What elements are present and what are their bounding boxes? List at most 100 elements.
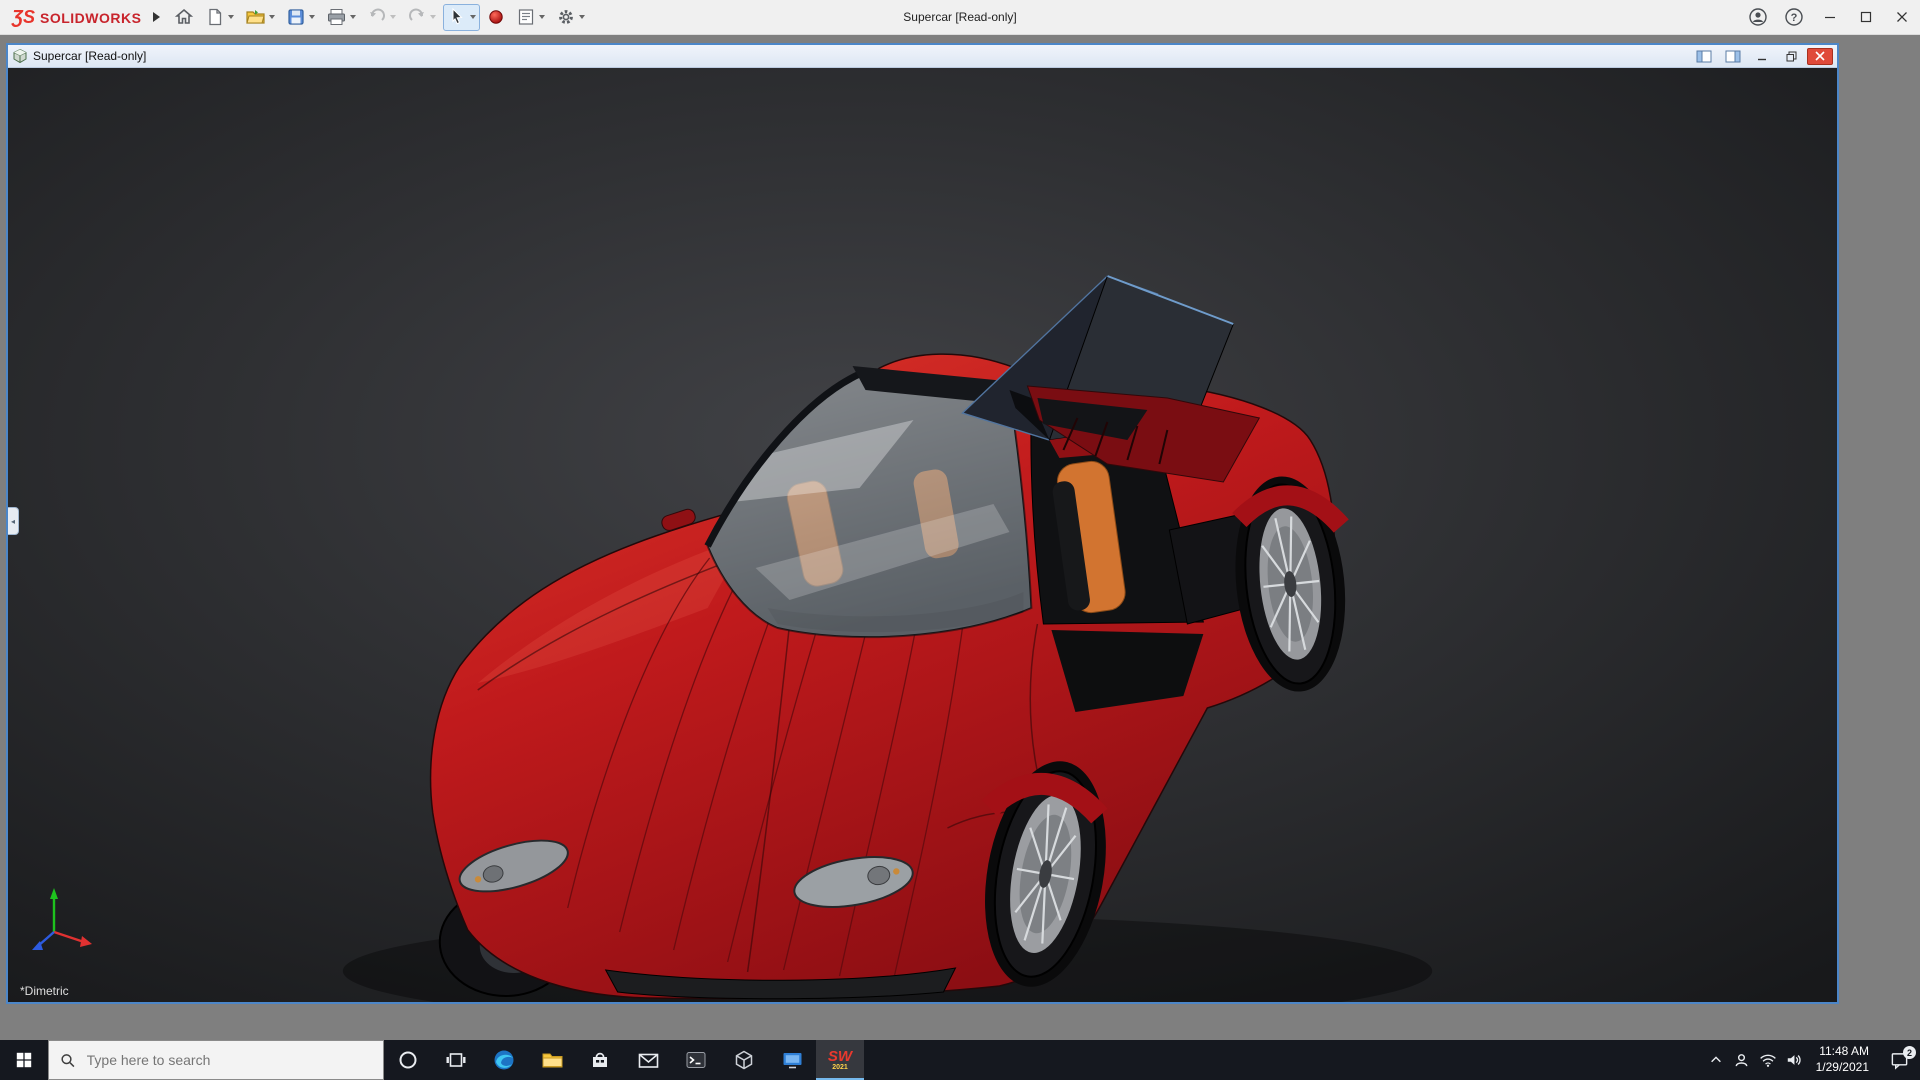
wifi-icon (1759, 1052, 1777, 1068)
document-window-title: Supercar [Read-only] (33, 49, 146, 63)
chevron-down-icon[interactable] (269, 15, 275, 19)
chevron-up-icon (1709, 1053, 1723, 1067)
monitor-icon (781, 1050, 804, 1070)
chevron-down-icon[interactable] (228, 15, 234, 19)
store-icon (589, 1049, 611, 1071)
brand-name: SOLIDWORKS (40, 10, 141, 26)
save-icon (286, 7, 306, 27)
start-button[interactable] (0, 1040, 48, 1080)
undo-icon (367, 7, 387, 27)
window-pane-button-2[interactable] (1720, 48, 1746, 65)
graphics-viewport[interactable]: *Dimetric (8, 68, 1837, 1002)
taskbar-item-mail[interactable] (624, 1040, 672, 1080)
clock-time: 11:48 AM (1816, 1044, 1869, 1060)
ds-logo-icon: ƷS (12, 7, 35, 28)
document-properties-icon (516, 7, 536, 27)
clock-date: 1/29/2021 (1816, 1060, 1869, 1076)
network-button[interactable] (1755, 1040, 1781, 1080)
cortana-icon (397, 1049, 419, 1071)
help-icon: ? (1784, 7, 1804, 27)
gear-icon (556, 7, 576, 27)
taskbar-item-3d-viewer[interactable] (720, 1040, 768, 1080)
chevron-down-icon[interactable] (579, 15, 585, 19)
redo-button[interactable] (403, 4, 440, 31)
account-icon (1748, 7, 1768, 27)
macro-record-sphere-icon (487, 8, 505, 26)
undo-button[interactable] (363, 4, 400, 31)
chevron-down-icon[interactable] (539, 15, 545, 19)
hidden-icons-button[interactable] (1703, 1040, 1729, 1080)
taskbar-item-file-explorer[interactable] (528, 1040, 576, 1080)
taskbar-item-cortana[interactable] (384, 1040, 432, 1080)
home-button[interactable] (170, 4, 198, 31)
document-window-controls (1691, 48, 1833, 65)
task-view-icon (445, 1050, 467, 1070)
search-icon (60, 1052, 76, 1069)
part-document-icon (12, 48, 28, 64)
mail-icon (637, 1051, 660, 1070)
solidworks-logo: ƷS SOLIDWORKS (0, 7, 149, 28)
cube-icon (733, 1049, 755, 1071)
orientation-triad[interactable] (20, 880, 102, 962)
select-tool-button[interactable] (443, 4, 480, 31)
new-document-button[interactable] (201, 4, 238, 31)
app-document-title: Supercar [Read-only] (903, 10, 1016, 24)
print-icon (326, 7, 347, 27)
taskbar-item-remote-monitor[interactable] (768, 1040, 816, 1080)
volume-button[interactable] (1781, 1040, 1807, 1080)
view-orientation-label: *Dimetric (20, 984, 69, 998)
action-center-button[interactable]: 2 (1878, 1040, 1920, 1080)
maximize-icon (1860, 11, 1872, 23)
minimize-button[interactable] (1812, 0, 1848, 35)
maximize-button[interactable] (1848, 0, 1884, 35)
document-window-titlebar[interactable]: Supercar [Read-only] (8, 45, 1837, 68)
taskbar-item-terminal[interactable] (672, 1040, 720, 1080)
open-button[interactable] (241, 4, 279, 31)
window-pane-button-1[interactable] (1691, 48, 1717, 65)
chevron-down-icon[interactable] (350, 15, 356, 19)
redo-icon (407, 7, 427, 27)
minimize-icon (1757, 51, 1768, 62)
child-close-button[interactable] (1807, 48, 1833, 65)
child-minimize-button[interactable] (1749, 48, 1775, 65)
minimize-icon (1824, 11, 1836, 23)
notification-badge: 2 (1903, 1046, 1916, 1059)
solidworks-year-label: 2021 (832, 1064, 848, 1072)
window-pane-icon (1696, 50, 1712, 63)
account-button[interactable] (1740, 0, 1776, 35)
taskpane-collapse-handle[interactable]: ◂ (8, 507, 19, 535)
windows-taskbar: SW 2021 (0, 1040, 1920, 1080)
home-icon (174, 7, 194, 27)
svg-text:?: ? (1791, 12, 1798, 24)
chevron-down-icon[interactable] (470, 15, 476, 19)
options-button[interactable] (552, 4, 589, 31)
taskbar-item-store[interactable] (576, 1040, 624, 1080)
select-cursor-icon (447, 7, 467, 27)
file-explorer-icon (541, 1050, 564, 1070)
document-properties-button[interactable] (512, 4, 549, 31)
taskbar-search[interactable] (48, 1040, 384, 1080)
restore-icon (1786, 51, 1797, 62)
close-button[interactable] (1884, 0, 1920, 35)
document-window: Supercar [Read-only] (6, 43, 1839, 1004)
chevron-down-icon[interactable] (430, 15, 436, 19)
save-button[interactable] (282, 4, 319, 31)
taskbar-item-solidworks[interactable]: SW 2021 (816, 1040, 864, 1080)
taskbar-clock[interactable]: 11:48 AM 1/29/2021 (1807, 1040, 1878, 1080)
app-window-controls: ? (1740, 0, 1920, 34)
taskbar-item-task-view[interactable] (432, 1040, 480, 1080)
toolbar-expand-arrow-icon[interactable] (153, 12, 160, 22)
window-pane-icon (1725, 50, 1741, 63)
print-button[interactable] (322, 4, 360, 31)
taskbar-item-edge[interactable] (480, 1040, 528, 1080)
people-icon (1733, 1052, 1750, 1069)
macro-record-button[interactable] (483, 4, 509, 31)
tray-people-button[interactable] (1729, 1040, 1755, 1080)
new-document-icon (205, 7, 225, 27)
chevron-down-icon[interactable] (309, 15, 315, 19)
child-restore-button[interactable] (1778, 48, 1804, 65)
search-input[interactable] (85, 1051, 372, 1069)
solidworks-taskbar-icon: SW (828, 1049, 852, 1064)
help-button[interactable]: ? (1776, 0, 1812, 35)
chevron-down-icon[interactable] (390, 15, 396, 19)
